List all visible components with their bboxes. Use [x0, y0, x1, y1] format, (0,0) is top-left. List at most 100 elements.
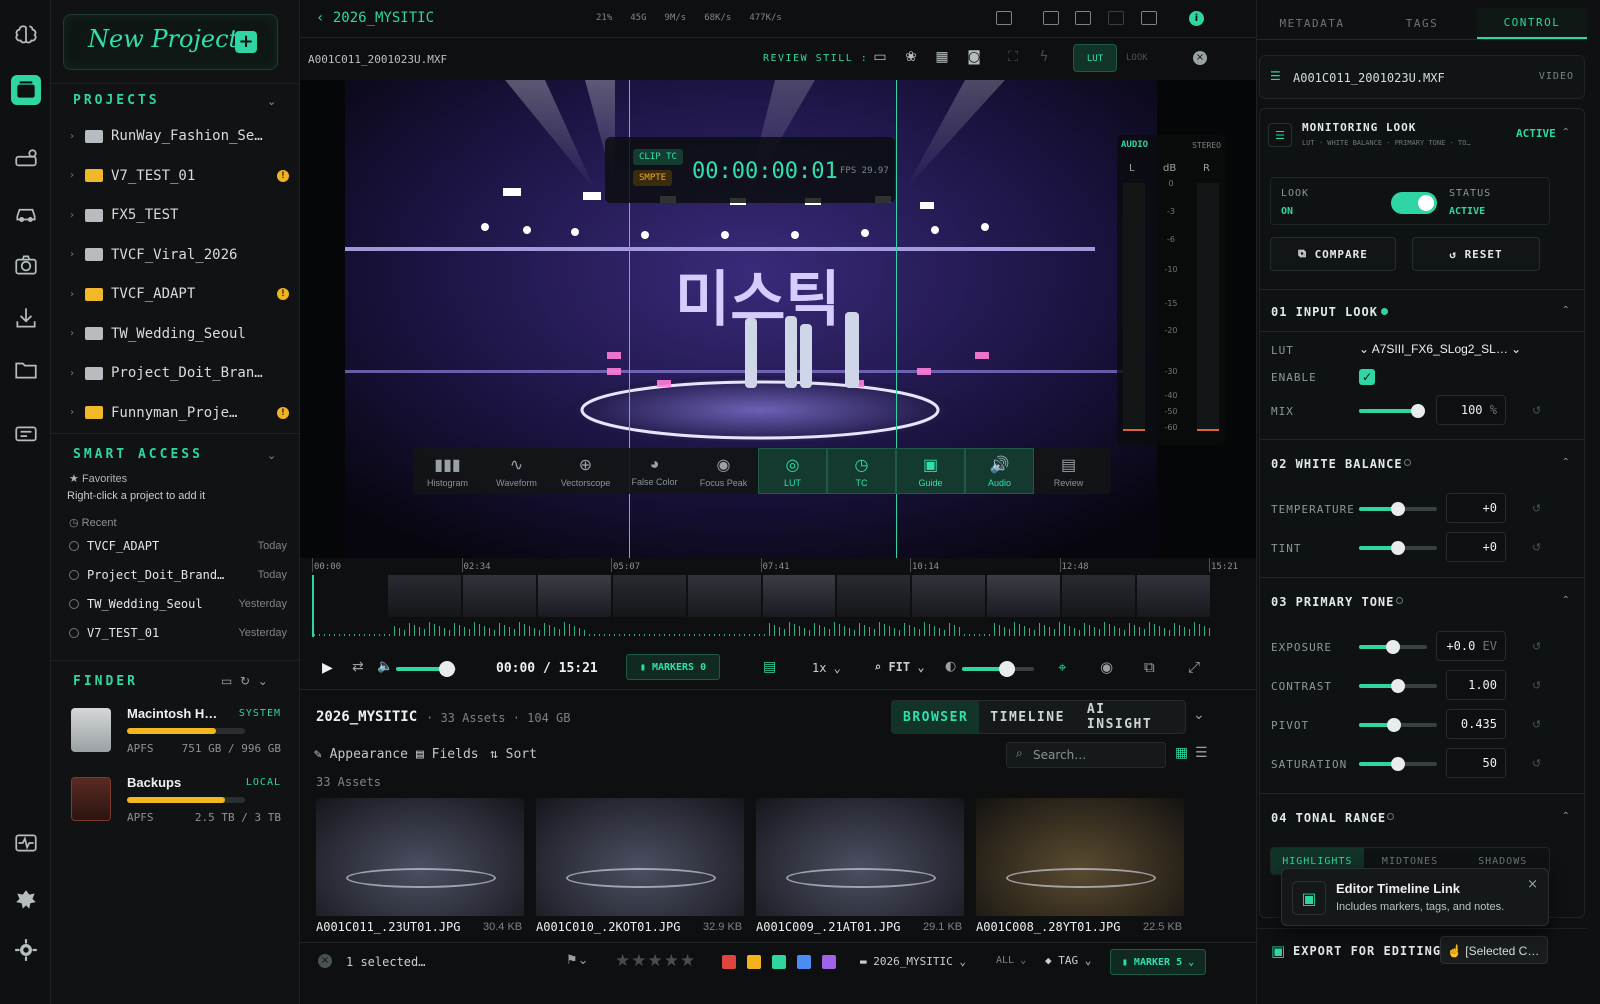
screenshot-icon[interactable]: ◙	[964, 49, 984, 69]
chevron-right-icon[interactable]: ›	[69, 407, 83, 418]
clapper-icon[interactable]: ▦	[932, 49, 952, 69]
crosshair-icon[interactable]: ⌖	[1058, 658, 1066, 676]
scope-review-button[interactable]: ▤ Review	[1034, 448, 1103, 494]
project-item[interactable]: › TW_Wedding_Seoul	[69, 322, 289, 346]
back-button[interactable]: ‹ 2026_MYSITIC	[316, 10, 434, 26]
asset-thumbnail[interactable]	[976, 798, 1184, 916]
temperature-value[interactable]: +0	[1446, 493, 1506, 523]
layout-icon[interactable]	[1075, 11, 1091, 25]
chevron-down-icon[interactable]: ⌄	[267, 95, 277, 108]
clear-selection-icon[interactable]: ×	[318, 954, 332, 968]
play-icon[interactable]: ▶	[322, 660, 333, 676]
new-folder-icon[interactable]: ▭	[221, 674, 232, 688]
marker-filter[interactable]: ▮ MARKER 5 ⌄	[1110, 949, 1206, 975]
chat-list-icon[interactable]	[11, 420, 41, 450]
recent-item[interactable]: Project_Doit_Brand… Today	[69, 566, 287, 584]
devices-icon[interactable]	[11, 145, 41, 175]
recent-item[interactable]: TVCF_ADAPT Today	[69, 537, 287, 555]
volume-icon[interactable]: 🔈	[377, 659, 393, 674]
scope-lut-button[interactable]: ◎ LUT	[758, 448, 827, 494]
chevron-right-icon[interactable]: ›	[69, 289, 83, 300]
chevron-up-icon[interactable]: ⌃	[1562, 305, 1570, 316]
project-item[interactable]: › V7_TEST_01!	[69, 164, 289, 188]
refresh-icon[interactable]: ↻	[240, 674, 250, 688]
split-view-icon[interactable]	[1043, 11, 1059, 25]
disk-backups[interactable]: Backups LOCAL APFS 2.5 TB / 3 TB	[71, 775, 281, 835]
color-label-swatch[interactable]	[747, 955, 761, 969]
folder-question-icon[interactable]	[11, 355, 41, 385]
tab-timeline[interactable]: TIMELINE	[979, 701, 1076, 733]
tab-metadata[interactable]: METADATA	[1257, 8, 1367, 39]
scope-focus-peak-button[interactable]: ◉ Focus Peak	[689, 448, 758, 494]
clip-tc-badge[interactable]: CLIP TC	[633, 149, 683, 165]
enable-checkbox[interactable]: ✓	[1359, 369, 1375, 385]
car-icon[interactable]	[11, 198, 41, 228]
project-item[interactable]: › Funnyman_Proje…!	[69, 401, 289, 425]
color-wheels-icon[interactable]: ❀	[901, 49, 921, 69]
compare-icon[interactable]	[1108, 11, 1124, 25]
saturation-value[interactable]: 50	[1446, 748, 1506, 778]
reset-icon[interactable]: ↺	[1532, 640, 1541, 653]
tab-tags[interactable]: TAGS	[1367, 8, 1477, 39]
temperature-slider[interactable]	[1359, 502, 1437, 516]
exposure-value[interactable]: +0.0 EV	[1436, 631, 1506, 661]
scope-audio-button[interactable]: 🔊 Audio	[965, 448, 1034, 494]
lut-toggle[interactable]: LUT	[1073, 44, 1117, 72]
brightness-slider[interactable]	[962, 661, 1034, 677]
tab-control[interactable]: CONTROL	[1477, 8, 1587, 39]
chevron-right-icon[interactable]: ›	[69, 131, 83, 142]
saturation-slider[interactable]	[1359, 757, 1437, 771]
tab-browser[interactable]: BROWSER	[892, 701, 980, 733]
timeline-strip[interactable]: 00:00 02:34 05:07 07:41 10:14 12:48 15:21	[300, 558, 1256, 646]
chevron-up-icon[interactable]: ⌃	[1562, 457, 1570, 468]
search-input[interactable]: Search…	[1006, 742, 1166, 768]
asset-thumbnail[interactable]	[756, 798, 964, 916]
color-label-swatch[interactable]	[722, 955, 736, 969]
info-icon[interactable]: i	[1189, 11, 1204, 26]
expand-icon[interactable]: ⤢	[1188, 658, 1200, 676]
chevron-down-icon[interactable]: ⌄	[258, 674, 268, 688]
scope-false-color-button[interactable]: ◕ False Color	[620, 448, 689, 494]
stack-icon[interactable]	[11, 75, 41, 105]
flag-icon[interactable]: ⚑⌄	[566, 953, 589, 968]
lut-dropdown[interactable]: ⌄ A7SIII_FX6_SLog2_SL… ⌄	[1359, 342, 1521, 356]
loop-icon[interactable]: ⇄	[352, 659, 364, 675]
reset-icon[interactable]: ↺	[1532, 679, 1541, 692]
rating-stars[interactable]: ★★★★★	[615, 951, 696, 971]
chevron-right-icon[interactable]: ›	[69, 328, 83, 339]
list-view-icon[interactable]: ☰	[1195, 745, 1208, 761]
fullscreen-icon[interactable]: ⛶	[1003, 49, 1023, 69]
camera-icon[interactable]	[11, 250, 41, 280]
export-selection-dropdown[interactable]: ☝ [Selected C…	[1440, 936, 1548, 964]
chevron-right-icon[interactable]: ›	[69, 210, 83, 221]
tag-filter[interactable]: ◆ TAG ⌄	[1045, 954, 1091, 967]
chevron-up-icon[interactable]: ⌃	[1562, 595, 1570, 606]
contrast-slider[interactable]	[1359, 679, 1437, 693]
pivot-slider[interactable]	[1359, 718, 1437, 732]
exposure-slider[interactable]	[1359, 640, 1427, 654]
flash-icon[interactable]: ϟ	[1034, 49, 1054, 69]
pip-icon[interactable]: ⧉	[1144, 658, 1155, 676]
look-toggle-switch[interactable]	[1391, 192, 1437, 214]
asset-thumbnail[interactable]	[536, 798, 744, 916]
zoom-dropdown[interactable]: ⌕ FIT ⌄	[874, 660, 925, 674]
close-icon[interactable]: ×	[1527, 877, 1538, 892]
project-item[interactable]: › TVCF_ADAPT!	[69, 282, 289, 306]
markers-button[interactable]: ▮ MARKERS 0	[626, 654, 720, 680]
player-icon[interactable]	[1141, 11, 1157, 25]
reset-button[interactable]: ↺ RESET	[1412, 237, 1540, 271]
recent-item[interactable]: TW_Wedding_Seoul Yesterday	[69, 595, 287, 613]
chevron-down-icon[interactable]: ⌄	[1193, 707, 1205, 723]
look-toggle[interactable]: LOOK	[1126, 53, 1148, 63]
mix-value[interactable]: 100 %	[1436, 395, 1506, 425]
pivot-value[interactable]: 0.435	[1446, 709, 1506, 739]
smpte-badge[interactable]: SMPTE	[633, 170, 673, 186]
appearance-button[interactable]: ✎ Appearance	[314, 747, 408, 762]
color-label-swatch[interactable]	[822, 955, 836, 969]
volume-slider[interactable]	[396, 661, 456, 677]
recent-item[interactable]: V7_TEST_01 Yesterday	[69, 624, 287, 642]
project-item[interactable]: › RunWay_Fashion_Se…	[69, 124, 289, 148]
tint-value[interactable]: +0	[1446, 532, 1506, 562]
reset-icon[interactable]: ↺	[1532, 541, 1541, 554]
scope-vectorscope-button[interactable]: ⊕ Vectorscope	[551, 448, 620, 494]
